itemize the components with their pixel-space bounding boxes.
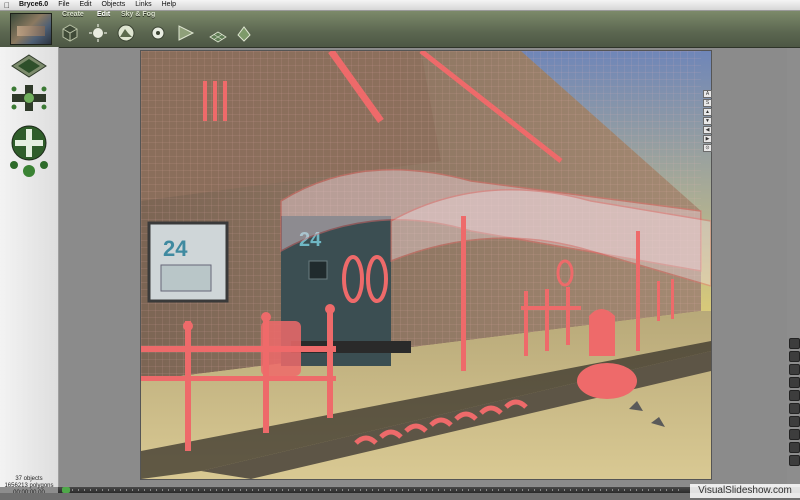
render-icon[interactable] (789, 416, 800, 427)
gear-icon[interactable] (148, 23, 168, 43)
grid-icon[interactable] (208, 23, 228, 43)
menu-file[interactable]: File (53, 0, 74, 10)
pencil-icon[interactable] (789, 338, 800, 349)
pyramid-icon[interactable] (176, 23, 196, 43)
sign-number-left: 24 (163, 236, 188, 261)
timeline-track[interactable] (72, 489, 680, 491)
render-icon[interactable] (789, 403, 800, 414)
camera-cross-icon[interactable] (8, 83, 50, 113)
canopy-post (461, 216, 466, 371)
nano-controls: A S ▲ ▼ ◀ ▶ ⊙ (703, 90, 712, 152)
leaf-icon[interactable] (234, 23, 254, 43)
cube-icon[interactable] (60, 23, 80, 43)
control-panel (0, 47, 59, 487)
polygon-count: 1656213 polygons (4, 483, 54, 489)
render-icon[interactable] (789, 429, 800, 440)
tab-sky-fog[interactable]: Sky & Fog (121, 11, 155, 18)
light-icon[interactable] (88, 23, 108, 43)
top-toolbar: Create Edit Sky & Fog (0, 11, 800, 48)
nano-button[interactable]: ⊙ (703, 144, 712, 152)
hydrant (589, 309, 615, 356)
render-icon[interactable] (789, 364, 800, 375)
menu-help[interactable]: Help (157, 0, 181, 10)
render-icon[interactable] (789, 455, 800, 466)
watermark: VisualSlideshow.com (690, 484, 800, 498)
render-icon[interactable] (789, 351, 800, 362)
view-trackball-icon[interactable] (10, 53, 48, 79)
apple-icon[interactable]:  (0, 1, 14, 10)
right-tool-column (789, 338, 800, 478)
render-icon[interactable] (789, 377, 800, 388)
menu-links[interactable]: Links (130, 0, 156, 10)
menu-bar:  Bryce6.0 File Edit Objects Links Help (0, 0, 800, 11)
scene-viewport[interactable]: 24 24 (140, 50, 712, 480)
tab-edit[interactable]: Edit (97, 11, 110, 18)
bottom-bar (0, 493, 800, 500)
nano-button[interactable]: A (703, 90, 712, 98)
tab-create[interactable]: Create (62, 11, 84, 18)
nano-button[interactable]: ▼ (703, 117, 712, 125)
render-icon[interactable] (789, 442, 800, 453)
terrain-icon[interactable] (116, 23, 136, 43)
nano-button[interactable]: ▲ (703, 108, 712, 116)
object-count: 37 objects (15, 476, 43, 482)
navigation-ball-icon[interactable] (6, 119, 52, 181)
nano-button[interactable]: S (703, 99, 712, 107)
nano-button[interactable]: ▶ (703, 135, 712, 143)
menu-edit[interactable]: Edit (74, 0, 96, 10)
render-icon[interactable] (789, 390, 800, 401)
menu-objects[interactable]: Objects (97, 0, 131, 10)
scene-thumbnail[interactable] (10, 13, 52, 45)
nano-button[interactable]: ◀ (703, 126, 712, 134)
menu-app-name[interactable]: Bryce6.0 (14, 0, 53, 10)
